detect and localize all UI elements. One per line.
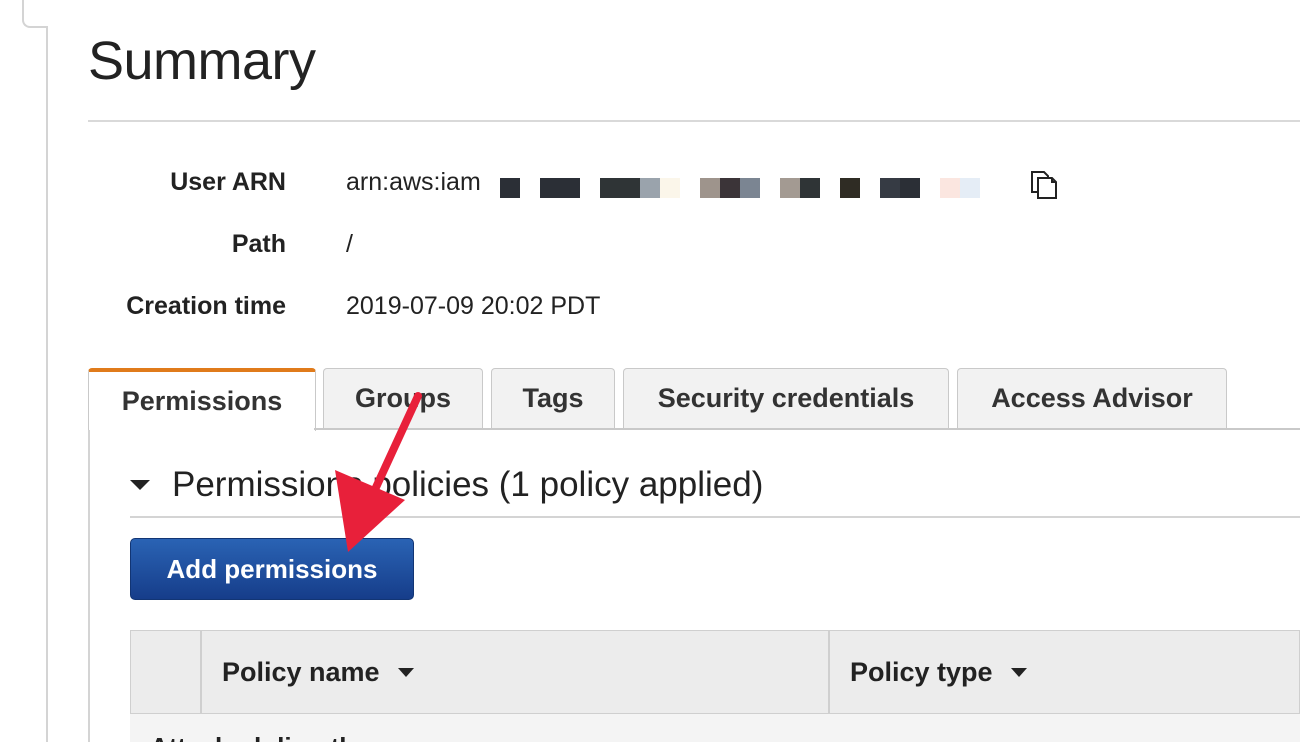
path-row: Path / [0, 230, 1000, 270]
user-arn-value: arn:aws:iam [346, 168, 481, 196]
column-separator [828, 630, 830, 714]
copy-icon[interactable] [1026, 168, 1060, 202]
column-header-policy-name[interactable]: Policy name [222, 630, 414, 714]
tab-tags[interactable]: Tags [491, 368, 615, 428]
user-arn-label: User ARN [170, 168, 286, 196]
table-group-row: Attached directly [130, 714, 1300, 742]
path-value: / [346, 230, 353, 258]
left-rail-corner [22, 0, 48, 28]
path-label: Path [231, 230, 286, 258]
column-separator [200, 630, 202, 714]
column-header-policy-type[interactable]: Policy type [850, 630, 1027, 714]
creation-time-row: Creation time 2019-07-09 20:02 PDT [0, 292, 1000, 332]
tab-access-advisor[interactable]: Access Advisor [957, 368, 1227, 428]
sort-down-icon [397, 667, 414, 677]
tabs-divider [314, 428, 1300, 430]
add-permissions-button[interactable]: Add permissions [130, 538, 414, 600]
creation-time-label: Creation time [126, 292, 286, 320]
title-divider [88, 120, 1300, 122]
permissions-policies-header[interactable]: Permissions policies (1 policy applied) [130, 460, 763, 510]
page-title: Summary [88, 31, 316, 91]
tab-permissions[interactable]: Permissions [88, 368, 316, 431]
permissions-policies-title: Permissions policies (1 policy applied) [172, 465, 764, 504]
caret-down-icon [130, 480, 150, 490]
group-label: Attached directly [150, 732, 361, 742]
tab-groups[interactable]: Groups [323, 368, 483, 428]
sort-down-icon [1010, 667, 1027, 677]
creation-time-value: 2019-07-09 20:02 PDT [346, 292, 601, 320]
left-rail-line [46, 26, 48, 742]
column-header-label: Policy name [222, 656, 380, 687]
tab-security-credentials[interactable]: Security credentials [623, 368, 949, 428]
left-rail [0, 0, 48, 742]
column-header-label: Policy type [850, 656, 993, 687]
panel-border [88, 430, 90, 742]
section-divider [130, 516, 1300, 518]
policies-table: Policy name Policy type Attached directl… [130, 630, 1300, 742]
